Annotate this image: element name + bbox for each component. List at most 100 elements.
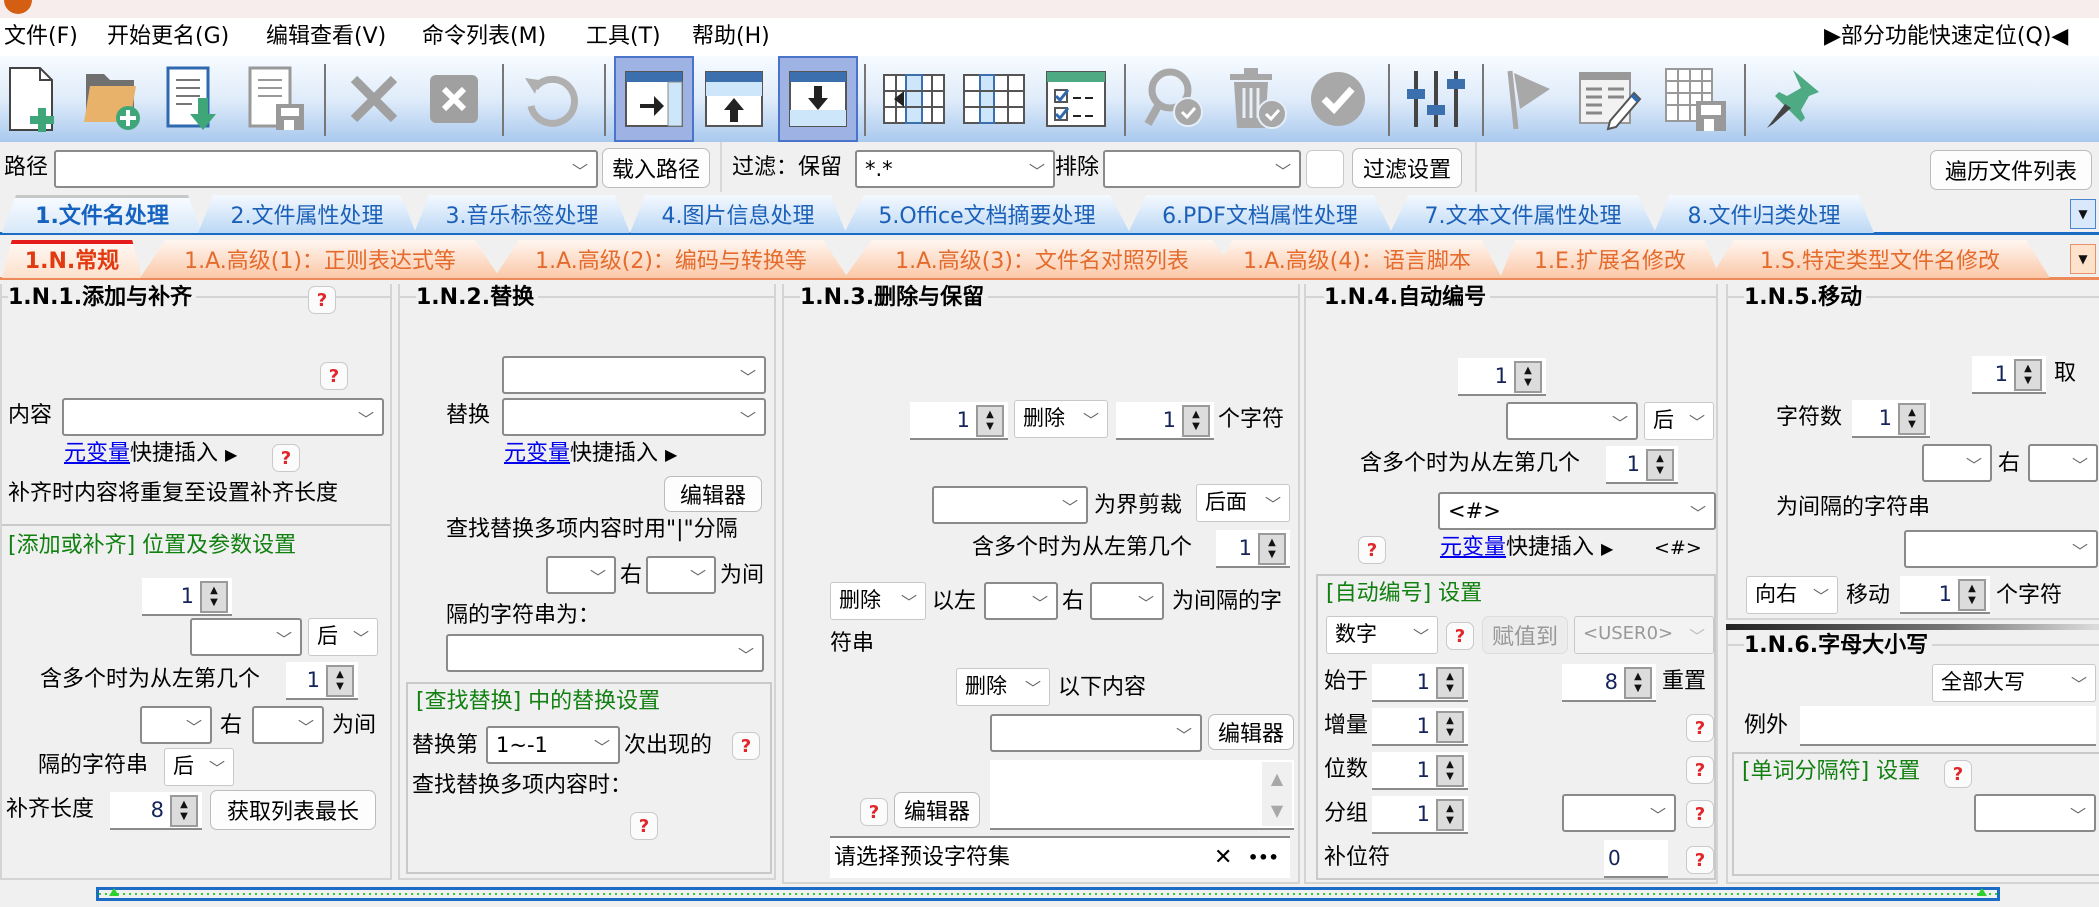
trim-boundary-combo[interactable]: ﹀ bbox=[932, 486, 1088, 524]
triangle-right-icon[interactable]: ▶ bbox=[1601, 539, 1613, 558]
add-folder-button[interactable] bbox=[76, 60, 148, 138]
sep-string-combo[interactable]: ﹀ bbox=[446, 634, 764, 672]
multi-spinner[interactable]: 1 ▲ ▼ bbox=[286, 662, 358, 700]
subtab-extension[interactable]: 1.E.扩展名修改 bbox=[1500, 240, 1720, 278]
right-sep-combo[interactable]: ﹀ bbox=[1090, 582, 1164, 620]
action2-combo[interactable]: 删除 ﹀ bbox=[830, 582, 926, 620]
pin-button[interactable] bbox=[1760, 60, 1832, 138]
after-combo[interactable]: 后 ﹀ bbox=[1644, 402, 1714, 440]
clear-icon[interactable]: ✕ bbox=[1214, 844, 1232, 872]
column-button[interactable] bbox=[958, 60, 1030, 138]
move-down-button[interactable] bbox=[778, 56, 858, 142]
help-button[interactable]: ? bbox=[272, 444, 300, 472]
load-path-button[interactable]: 载入路径 bbox=[602, 148, 710, 188]
help-button[interactable]: ? bbox=[1446, 622, 1474, 650]
tab-pdf-attributes[interactable]: 6.PDF文档属性处理 bbox=[1128, 195, 1392, 233]
left-sep-combo[interactable]: ﹀ bbox=[984, 582, 1058, 620]
charset-input[interactable]: 请选择预设字符集 ✕ ••• bbox=[830, 836, 1290, 878]
content-combo[interactable]: ﹀ bbox=[62, 398, 384, 436]
menu-command-list[interactable]: 命令列表(M) bbox=[422, 22, 546, 52]
delete-content-combo[interactable]: ﹀ bbox=[990, 714, 1202, 752]
spin-buttons[interactable]: ▲ ▼ bbox=[1436, 755, 1464, 787]
save-list-button[interactable] bbox=[240, 60, 312, 138]
find-check-button[interactable] bbox=[1138, 60, 1210, 138]
spin-buttons[interactable]: ▲ ▼ bbox=[1436, 667, 1464, 699]
editor-button[interactable]: 编辑器 bbox=[1208, 714, 1294, 750]
replace-nth-combo[interactable]: 1~-1 ﹀ bbox=[486, 726, 620, 764]
triangle-right-icon[interactable]: ▶ bbox=[665, 445, 677, 464]
start-spinner[interactable]: 1 ▲ ▼ bbox=[910, 402, 1008, 440]
spin-buttons[interactable]: ▲ ▼ bbox=[1898, 403, 1926, 435]
move-right-button[interactable] bbox=[614, 56, 694, 142]
path-combo[interactable]: ﹀ bbox=[54, 150, 598, 188]
filter-toggle-checkbox[interactable] bbox=[1306, 150, 1344, 188]
spin-buttons[interactable]: ▲ ▼ bbox=[170, 795, 198, 827]
after-combo[interactable]: 后 ﹀ bbox=[308, 618, 378, 656]
assign-target-combo[interactable]: <USER0> ﹀ bbox=[1574, 616, 1714, 654]
tab-office-summary[interactable]: 5.Office文档摘要处理 bbox=[844, 195, 1130, 233]
quick-locate-menu[interactable]: ▶部分功能快速定位(Q)◀ bbox=[1824, 22, 2068, 52]
collapse-up-icon[interactable] bbox=[109, 888, 119, 896]
sep-string-combo[interactable]: ﹀ bbox=[1904, 530, 2098, 568]
triangle-right-icon[interactable]: ▶ bbox=[225, 445, 237, 464]
main-tabs-dropdown-button[interactable]: ▼ bbox=[2070, 199, 2096, 229]
tab-file-classify[interactable]: 8.文件归类处理 bbox=[1654, 195, 1874, 233]
flag-button[interactable] bbox=[1494, 60, 1566, 138]
anchor-combo[interactable]: ﹀ bbox=[1506, 402, 1638, 440]
left-sep-combo[interactable]: ﹀ bbox=[546, 556, 616, 594]
more-icon[interactable]: ••• bbox=[1248, 844, 1279, 872]
spin-buttons[interactable]: ▲ ▼ bbox=[976, 405, 1004, 437]
subtab-general[interactable]: 1.N.常规 bbox=[2, 240, 142, 278]
number-type-combo[interactable]: 数字 ﹀ bbox=[1326, 616, 1438, 654]
pad-length-spinner[interactable]: 8 ▲ ▼ bbox=[110, 792, 202, 830]
take-spinner[interactable]: 1 ▲ ▼ bbox=[1972, 356, 2046, 394]
menu-start-rename[interactable]: 开始更名(G) bbox=[107, 22, 229, 52]
meta-variable-link[interactable]: 元变量 bbox=[1440, 535, 1506, 560]
filter-settings-button[interactable]: 过滤设置 bbox=[1352, 148, 1462, 188]
word-separator-combo[interactable]: ﹀ bbox=[1974, 794, 2096, 832]
subtab-advanced-regex[interactable]: 1.A.高级(1)：正则表达式等 bbox=[140, 240, 500, 278]
action-combo[interactable]: 删除 ﹀ bbox=[1014, 400, 1108, 438]
spin-buttons[interactable]: ▲ ▼ bbox=[1182, 405, 1210, 437]
delete-button[interactable] bbox=[338, 60, 410, 138]
spin-buttons[interactable]: ▲ ▼ bbox=[1436, 799, 1464, 831]
spin-buttons[interactable]: ▲ ▼ bbox=[1436, 711, 1464, 743]
sep-after-combo[interactable]: 后 ﹀ bbox=[164, 748, 234, 786]
tab-image-info[interactable]: 4.图片信息处理 bbox=[630, 195, 846, 233]
spin-buttons[interactable]: ▲ ▼ bbox=[1258, 533, 1286, 565]
anchor-combo[interactable]: ﹀ bbox=[190, 618, 302, 656]
exception-input[interactable] bbox=[1800, 706, 2096, 746]
content-textarea[interactable]: ▲ ▼ bbox=[990, 760, 1294, 830]
settings-sliders-button[interactable] bbox=[1400, 60, 1472, 138]
subtab-advanced-encoding[interactable]: 1.A.高级(2)：编码与转换等 bbox=[494, 240, 848, 278]
editor-button-2[interactable]: 编辑器 bbox=[894, 792, 980, 828]
menu-help[interactable]: 帮助(H) bbox=[692, 22, 770, 52]
find-combo[interactable]: ﹀ bbox=[502, 356, 766, 394]
assign-to-button[interactable]: 赋值到 bbox=[1482, 616, 1568, 654]
right-sep-combo[interactable]: ﹀ bbox=[646, 556, 716, 594]
direction-combo[interactable]: 向右 ﹀ bbox=[1746, 576, 1838, 614]
sub-tabs-dropdown-button[interactable]: ▼ bbox=[2070, 244, 2096, 274]
help-button[interactable]: ? bbox=[1686, 846, 1714, 874]
trim-side-combo[interactable]: 后面 ﹀ bbox=[1196, 484, 1290, 522]
right-sep-combo[interactable]: ﹀ bbox=[2028, 444, 2098, 482]
step-spinner[interactable]: 1 ▲ ▼ bbox=[1372, 708, 1468, 746]
tab-text-attributes[interactable]: 7.文本文件属性处理 bbox=[1390, 195, 1656, 233]
reset-spinner[interactable]: 8 ▲ ▼ bbox=[1562, 664, 1656, 702]
subtab-advanced-mapping[interactable]: 1.A.高级(3)：文件名对照列表 bbox=[844, 240, 1240, 278]
spin-buttons[interactable]: ▲ ▼ bbox=[200, 581, 228, 613]
case-mode-combo[interactable]: 全部大写 ﹀ bbox=[1932, 664, 2096, 702]
menu-tools[interactable]: 工具(T) bbox=[586, 22, 661, 52]
multi-spinner[interactable]: 1 ▲ ▼ bbox=[1606, 446, 1678, 484]
collapse-up-icon[interactable] bbox=[1977, 888, 1987, 896]
scroll-down-icon[interactable]: ▼ bbox=[1271, 801, 1283, 820]
menu-file[interactable]: 文件(F) bbox=[4, 22, 78, 52]
start-spinner[interactable]: 1 ▲ ▼ bbox=[1372, 664, 1468, 702]
exclude-combo[interactable]: ﹀ bbox=[1103, 150, 1301, 188]
position-spinner[interactable]: 1 ▲ ▼ bbox=[142, 578, 232, 616]
help-button[interactable]: ? bbox=[1686, 714, 1714, 742]
editor-button[interactable]: 编辑器 bbox=[664, 476, 762, 512]
help-button[interactable]: ? bbox=[1686, 800, 1714, 828]
get-longest-button[interactable]: 获取列表最长 bbox=[210, 790, 376, 830]
group-separator-combo[interactable]: ﹀ bbox=[1562, 794, 1676, 832]
